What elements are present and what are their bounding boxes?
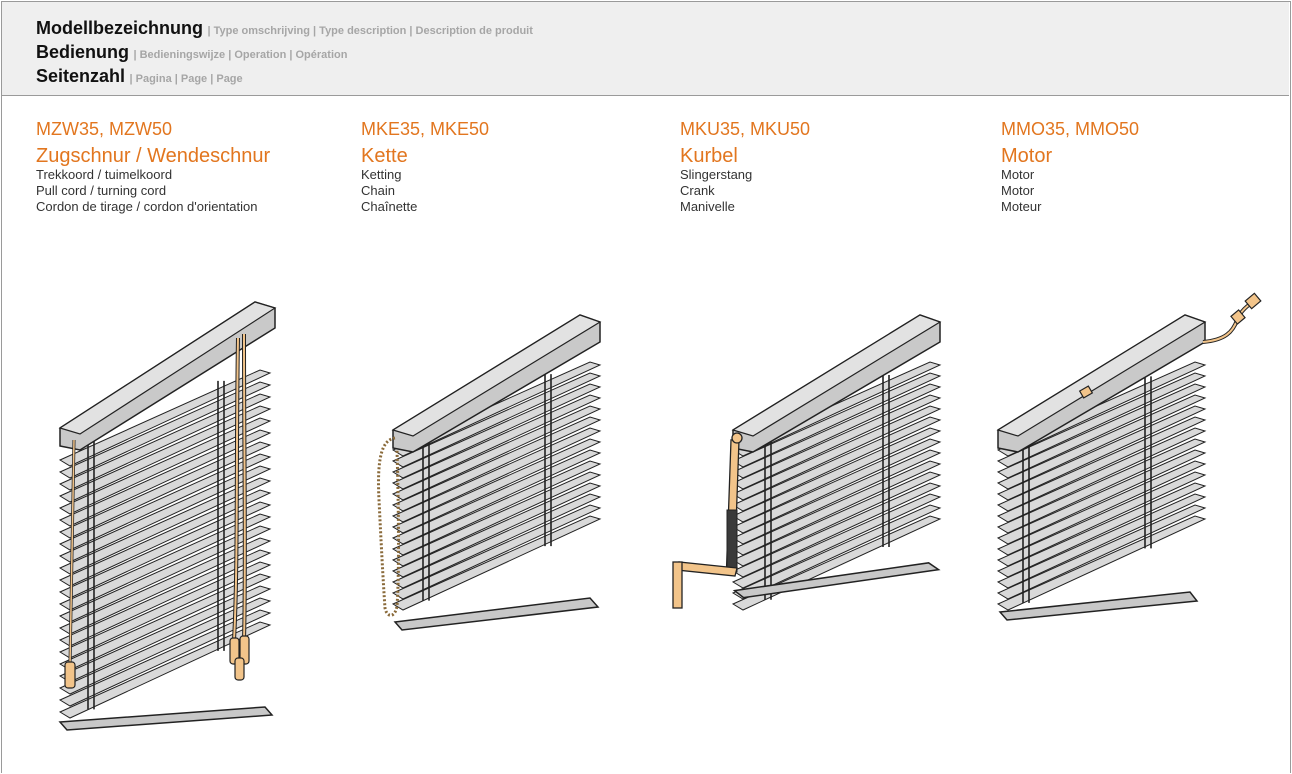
translation-line: Moteur bbox=[1001, 199, 1042, 214]
translation-line: Cordon de tirage / cordon d'orientation bbox=[36, 199, 258, 214]
header-model-label: Modellbezeichnung | Type omschrijving | … bbox=[36, 18, 533, 38]
header-page-label: Seitenzahl | Pagina | Page | Page bbox=[36, 66, 243, 86]
column-chain: MKE35, MKE50 Kette Ketting Chain Chaînet… bbox=[361, 118, 681, 215]
translation-line: Chaînette bbox=[361, 199, 418, 214]
translation-line: Ketting bbox=[361, 167, 402, 182]
translation-line: Motor bbox=[1001, 183, 1035, 198]
translation-line: Chain bbox=[361, 183, 395, 198]
blind-motor-illustration bbox=[996, 292, 1262, 621]
operation-name: Zugschnur / Wendeschnur bbox=[36, 145, 271, 167]
operation-name: Kette bbox=[361, 145, 408, 167]
blind-chain-illustration bbox=[377, 314, 602, 631]
translation-line: Pull cord / turning cord bbox=[36, 183, 167, 198]
header-band: Modellbezeichnung | Type omschrijving | … bbox=[2, 2, 1289, 96]
crank-icon bbox=[672, 432, 743, 609]
translation-line: Slingerstang bbox=[680, 167, 753, 182]
translation-line: Motor bbox=[1001, 167, 1035, 182]
header-operation-label: Bedienung | Bedieningswijze | Operation … bbox=[36, 42, 348, 62]
blind-crank-illustration bbox=[672, 314, 942, 611]
translation-line: Crank bbox=[680, 183, 715, 198]
model-name: MMO35, MMO50 bbox=[1001, 119, 1140, 139]
translation-line: Manivelle bbox=[680, 199, 735, 214]
blind-pull-cord-illustration bbox=[58, 301, 277, 731]
operation-name: Motor bbox=[1001, 145, 1053, 167]
model-name: MZW35, MZW50 bbox=[36, 119, 173, 139]
column-motor: MMO35, MMO50 Motor Motor Motor Moteur bbox=[1001, 118, 1292, 215]
translation-line: Trekkoord / tuimelkoord bbox=[36, 167, 173, 182]
model-name: MKU35, MKU50 bbox=[680, 119, 811, 139]
column-crank: MKU35, MKU50 Kurbel Slingerstang Crank M… bbox=[680, 118, 1000, 215]
model-name: MKE35, MKE50 bbox=[361, 119, 490, 139]
operation-name: Kurbel bbox=[680, 145, 738, 167]
column-pull-cord: MZW35, MZW50 Zugschnur / Wendeschnur Tre… bbox=[36, 118, 356, 215]
